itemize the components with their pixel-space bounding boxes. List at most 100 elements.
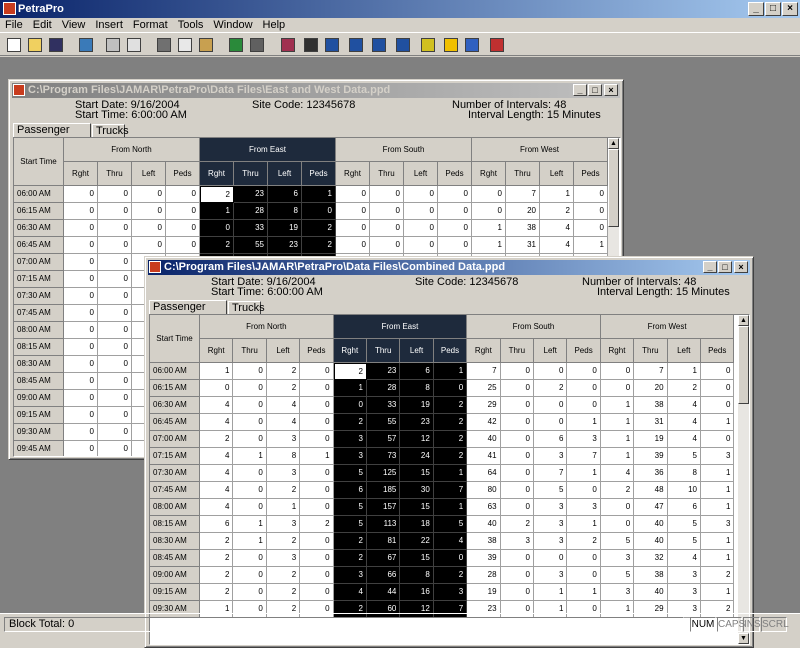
data-cell[interactable]: 0: [336, 186, 370, 203]
data-cell[interactable]: 0: [233, 380, 267, 397]
data-cell[interactable]: 4: [333, 584, 367, 601]
data-cell[interactable]: 0: [132, 237, 166, 254]
menu-file[interactable]: File: [0, 18, 28, 32]
data-cell[interactable]: 1: [701, 499, 735, 516]
data-cell[interactable]: 0: [701, 363, 735, 380]
data-cell[interactable]: 1: [567, 516, 601, 533]
data-cell[interactable]: 0: [98, 322, 132, 339]
data-cell[interactable]: 63: [467, 499, 501, 516]
data-cell[interactable]: 4: [667, 397, 701, 414]
data-cell[interactable]: 0: [64, 305, 98, 322]
data-cell[interactable]: 2: [667, 380, 701, 397]
data-cell[interactable]: 39: [634, 448, 668, 465]
data-cell[interactable]: 0: [300, 533, 334, 550]
data-cell[interactable]: 0: [64, 203, 98, 220]
data-cell[interactable]: 1: [574, 237, 608, 254]
data-cell[interactable]: 0: [98, 441, 132, 456]
window-title-bar[interactable]: C:\Program Files\JAMAR\PetraPro\Data Fil…: [148, 260, 750, 275]
data-cell[interactable]: 3: [266, 431, 301, 448]
globe-icon-button[interactable]: [226, 35, 246, 55]
data-cell[interactable]: 7: [506, 186, 540, 203]
data-cell[interactable]: 0: [64, 407, 98, 424]
data-cell[interactable]: 3: [567, 499, 601, 516]
data-cell[interactable]: 0: [433, 380, 468, 397]
data-cell[interactable]: 1: [233, 533, 267, 550]
data-cell[interactable]: 1: [302, 186, 336, 203]
data-cell[interactable]: 25: [467, 380, 501, 397]
data-cell[interactable]: 6: [268, 186, 302, 203]
data-cell[interactable]: 0: [600, 499, 635, 516]
data-cell[interactable]: 0: [567, 482, 601, 499]
data-cell[interactable]: 0: [64, 356, 98, 373]
data-cell[interactable]: 8: [400, 380, 434, 397]
data-cell[interactable]: 2: [333, 550, 367, 567]
scroll-up-icon[interactable]: ▲: [608, 138, 619, 149]
data-cell[interactable]: 42: [467, 414, 501, 431]
data-cell[interactable]: 66: [367, 567, 401, 584]
window-minimize-button[interactable]: _: [703, 261, 717, 273]
data-cell[interactable]: 36: [634, 465, 668, 482]
data-cell[interactable]: 55: [367, 414, 401, 431]
data-cell[interactable]: 31: [506, 237, 540, 254]
data-cell[interactable]: 2: [433, 567, 468, 584]
data-cell[interactable]: 23: [234, 186, 268, 203]
data-cell[interactable]: 0: [701, 397, 735, 414]
data-cell[interactable]: 0: [64, 237, 98, 254]
vertical-scrollbar[interactable]: ▲▼: [738, 315, 749, 644]
data-cell[interactable]: 0: [370, 186, 404, 203]
data-cell[interactable]: 0: [500, 397, 534, 414]
data-cell[interactable]: 157: [367, 499, 401, 516]
data-cell[interactable]: 12: [400, 431, 434, 448]
data-cell[interactable]: 0: [233, 550, 267, 567]
data-cell[interactable]: 0: [200, 380, 234, 397]
data-cell[interactable]: 0: [500, 567, 534, 584]
data-cell[interactable]: 2: [302, 237, 336, 254]
window-minimize-button[interactable]: _: [573, 84, 587, 96]
data-cell[interactable]: 0: [98, 339, 132, 356]
data-cell[interactable]: 6: [400, 363, 434, 380]
data-cell[interactable]: 5: [667, 448, 701, 465]
data-cell[interactable]: 6: [667, 499, 701, 516]
data-cell[interactable]: 0: [233, 363, 267, 380]
data-cell[interactable]: 0: [567, 397, 601, 414]
data-cell[interactable]: 1: [433, 465, 468, 482]
data-cell[interactable]: 4: [200, 448, 234, 465]
data-cell[interactable]: 41: [467, 448, 501, 465]
data-cell[interactable]: 0: [300, 431, 334, 448]
menu-format[interactable]: Format: [128, 18, 173, 32]
petrapro-app-icon[interactable]: [3, 2, 16, 15]
data-cell[interactable]: 31: [634, 414, 668, 431]
data-cell[interactable]: 3: [567, 431, 601, 448]
data-cell[interactable]: 3: [266, 550, 301, 567]
data-cell[interactable]: 0: [64, 390, 98, 407]
data-cell[interactable]: 0: [166, 220, 200, 237]
data-cell[interactable]: 0: [300, 550, 334, 567]
tools-icon-button[interactable]: [278, 35, 298, 55]
scroll-thumb[interactable]: [738, 326, 749, 404]
data-cell[interactable]: 64: [467, 465, 501, 482]
data-cell[interactable]: 3: [433, 584, 468, 601]
data-cell[interactable]: 0: [370, 237, 404, 254]
data-cell[interactable]: 1: [333, 380, 367, 397]
window-maximize-button[interactable]: □: [718, 261, 732, 273]
data-cell[interactable]: 40: [467, 431, 501, 448]
data-cell[interactable]: 23: [367, 363, 401, 380]
data-cell[interactable]: 0: [300, 397, 334, 414]
data-cell[interactable]: 0: [500, 550, 534, 567]
data-cell[interactable]: 0: [300, 465, 334, 482]
data-cell[interactable]: 5: [600, 533, 635, 550]
data-cell[interactable]: 8: [667, 465, 701, 482]
data-cell[interactable]: 0: [438, 220, 472, 237]
data-cell[interactable]: 0: [132, 203, 166, 220]
data-cell[interactable]: 4: [667, 431, 701, 448]
crosshair-icon-button[interactable]: [301, 35, 321, 55]
window-maximize-button[interactable]: □: [588, 84, 602, 96]
data-cell[interactable]: 1: [567, 465, 601, 482]
data-cell[interactable]: 7: [634, 363, 668, 380]
data-cell[interactable]: 30: [400, 482, 434, 499]
data-cell[interactable]: 0: [302, 203, 336, 220]
data-cell[interactable]: 5: [600, 567, 635, 584]
data-cell[interactable]: 0: [98, 356, 132, 373]
data-cell[interactable]: 3: [667, 584, 701, 601]
data-cell[interactable]: 80: [467, 482, 501, 499]
